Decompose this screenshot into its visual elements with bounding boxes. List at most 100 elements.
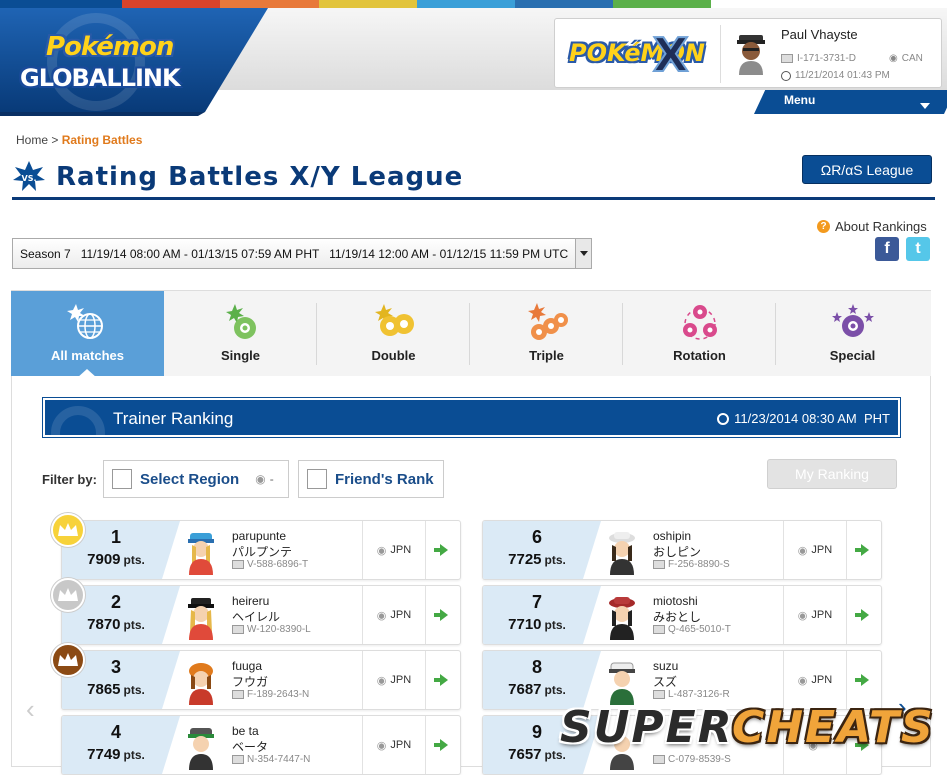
points-unit: pts. (123, 748, 145, 762)
globe-icon (66, 304, 103, 339)
trainer-name[interactable]: suzu (653, 659, 678, 673)
rank-points: 7909 (87, 551, 121, 568)
user-panel-divider (720, 25, 721, 83)
previous-page-icon[interactable]: ‹ (26, 694, 35, 725)
chevron-down-icon[interactable] (920, 103, 930, 109)
supercheats-watermark: SUPER CHEATS (560, 700, 940, 760)
chevron-down-icon[interactable] (575, 239, 591, 268)
rank-card[interactable]: 3 7865 pts. fuuga フウガ F-189-2643-N ◉ JPN (61, 650, 461, 710)
points-unit: pts. (123, 553, 145, 567)
region-checkbox[interactable] (112, 469, 132, 489)
trainer-avatar-icon (189, 663, 213, 705)
facebook-icon[interactable]: f (875, 237, 899, 261)
tab-label: All matches (51, 348, 124, 363)
location-pin-icon: ◉ (376, 609, 387, 622)
top-color-stripe (0, 0, 947, 8)
country-code: JPN (390, 609, 412, 621)
go-arrow-icon[interactable] (425, 521, 460, 579)
id-card-icon (653, 690, 665, 699)
special-battle-icon (831, 304, 874, 337)
breadcrumb-separator: > (51, 133, 59, 147)
global-link-logo[interactable]: Pokémon GLOBALLINK (0, 8, 275, 116)
silver-crown-icon (51, 578, 85, 612)
ranking-title: Trainer Ranking (113, 409, 234, 428)
location-pin-icon: ◉ (797, 609, 808, 622)
trainer-name-jp: おしピン (653, 545, 702, 559)
trainer-name[interactable]: oshipin (653, 529, 691, 543)
trainer-id: V-588-6896-T (247, 559, 309, 570)
go-arrow-icon[interactable] (425, 716, 460, 774)
rank-card[interactable]: 1 7909 pts. parupunte パルプンテ V-588-6896-T … (61, 520, 461, 580)
tab-single[interactable]: Single (164, 291, 317, 377)
oras-league-button[interactable]: ΩR/αS League (802, 155, 932, 184)
trainer-country: ◉ JPN (362, 716, 425, 774)
trainer-country: ◉ JPN (362, 521, 425, 579)
breadcrumb-home[interactable]: Home (16, 133, 48, 147)
location-pin-icon: ◉ (255, 472, 266, 486)
menu-label[interactable]: Menu (784, 93, 815, 107)
title-divider (12, 197, 935, 200)
country-code: JPN (390, 674, 412, 686)
about-rankings-link[interactable]: ? About Rankings (817, 219, 927, 234)
country-code: JPN (390, 544, 412, 556)
rank-number: 8 (531, 657, 542, 677)
rank-card[interactable]: 4 7749 pts. be ta ベータ N-354-7447-N ◉ JPN (61, 715, 461, 775)
trainer-name[interactable]: miotoshi (653, 594, 698, 608)
twitter-icon[interactable]: t (906, 237, 930, 261)
trainer-name[interactable]: be ta (232, 724, 259, 738)
trainer-name-jp: スズ (653, 675, 678, 689)
location-pin-icon: ◉ (376, 739, 387, 752)
filter-label: Filter by: (42, 472, 97, 487)
user-id-line: I-171-3731-D (781, 53, 856, 64)
rank-points: 7710 (508, 616, 542, 633)
trainer-name[interactable]: fuuga (232, 659, 262, 673)
trainer-name-jp: ベータ (232, 740, 269, 754)
id-card-icon (653, 560, 665, 569)
region-filter-label: Select Region (140, 470, 240, 488)
friends-filter[interactable]: Friend's Rank (298, 460, 444, 498)
trainer-name[interactable]: heireru (232, 594, 269, 608)
page-title: Rating Battles X/Y League (56, 162, 464, 192)
country-code: JPN (811, 544, 833, 556)
rank-badge: 6 7725 pts. (483, 521, 601, 579)
season-select[interactable]: Season 7 11/19/14 08:00 AM - 01/13/15 07… (12, 238, 592, 269)
go-arrow-icon[interactable] (425, 586, 460, 644)
pokeball-watermark-icon (51, 406, 105, 435)
game-logo-word: POKéMON (569, 39, 705, 67)
tab-label: Special (829, 348, 876, 363)
rank-card[interactable]: 7 7710 pts. miotoshi みおとし Q-465-5010-T ◉ J… (482, 585, 882, 645)
trainer-country: ◉ JPN (362, 651, 425, 709)
tab-triple[interactable]: Triple (470, 291, 623, 377)
trainer-avatar-icon[interactable] (733, 27, 769, 77)
user-name: Paul Vhayste (781, 27, 858, 42)
rank-points: 7865 (87, 681, 121, 698)
rank-card[interactable]: 2 7870 pts. heireru ヘイレル W-120-8390-L ◉ JP… (61, 585, 461, 645)
logo-pokemon-word: Pokémon (46, 32, 174, 62)
tab-double[interactable]: Double (317, 291, 470, 377)
tab-label: Triple (529, 348, 564, 363)
vs-icon: VS. (12, 160, 46, 194)
menu-button[interactable] (754, 90, 947, 114)
tab-label: Single (220, 348, 260, 363)
bronze-crown-icon (51, 643, 85, 677)
go-arrow-icon[interactable] (425, 651, 460, 709)
rank-points: 7725 (508, 551, 542, 568)
id-card-icon (653, 625, 665, 634)
location-pin-icon: ◉ (797, 544, 808, 557)
friends-checkbox[interactable] (307, 469, 327, 489)
rotation-battle-icon (682, 305, 717, 340)
trainer-name[interactable]: parupunte (232, 529, 286, 543)
tab-special[interactable]: Special (776, 291, 929, 377)
tab-all-matches[interactable]: All matches (11, 291, 164, 378)
trainer-avatar-icon (609, 532, 635, 575)
my-ranking-button[interactable]: My Ranking (767, 459, 897, 489)
go-arrow-icon[interactable] (846, 521, 881, 579)
region-filter[interactable]: Select Region ◉ - (103, 460, 289, 498)
vs-icon-text: VS. (22, 174, 37, 183)
rank-card[interactable]: 6 7725 pts. oshipin おしピン F-256-8890-S ◉ JP… (482, 520, 882, 580)
go-arrow-icon[interactable] (846, 586, 881, 644)
trainer-avatar-icon (188, 728, 214, 770)
trainer-id: Q-465-5010-T (668, 624, 731, 635)
watermark-word1: SUPER (560, 702, 734, 753)
tab-rotation[interactable]: Rotation (623, 291, 776, 377)
